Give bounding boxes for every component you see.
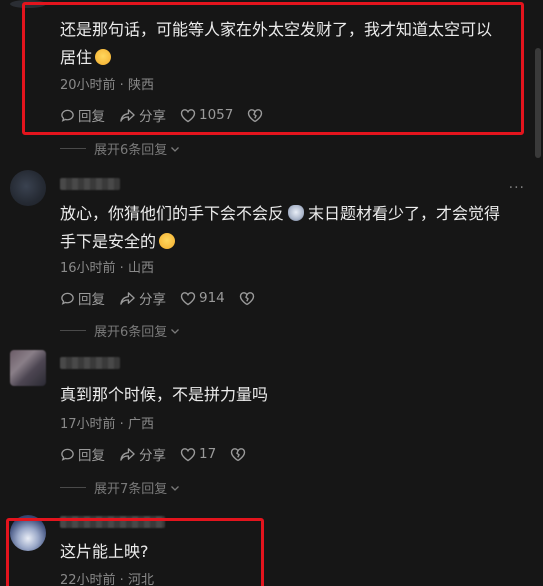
share-icon [120,291,135,305]
expand-replies[interactable]: 展开6条回复 [60,139,181,158]
reply-button[interactable]: 回复 [60,444,105,464]
comment-text: 手下是安全的 [60,228,176,256]
reply-label: 回复 [78,448,105,464]
share-button[interactable]: 分享 [119,444,166,464]
reply-icon [61,292,74,305]
comment-actions: 回复 分享 914 [60,288,272,308]
expand-label: 展开6条回复 [94,143,168,158]
like-button[interactable]: 17 [180,446,216,462]
comment-actions: 回复 分享 17 [60,444,263,464]
comment-line: 手下是安全的 [60,232,157,251]
comment-line: 末日题材看少了，才会觉得 [308,204,501,223]
heart-icon [180,291,196,305]
expand-replies[interactable]: 展开7条回复 [60,478,181,497]
chevron-down-icon [171,328,180,334]
highlight-box [22,2,524,135]
heart-icon [180,447,196,461]
comment-line: 真到那个时候，不是拼力量吗 [60,385,269,404]
divider-line [60,487,86,488]
divider-line [60,148,86,149]
avatar[interactable] [10,350,46,386]
like-count: 17 [199,446,217,462]
username-redacted[interactable] [60,178,120,190]
like-count: 914 [199,290,225,306]
share-label: 分享 [139,292,166,308]
share-label: 分享 [139,448,166,464]
chevron-down-icon [171,485,180,491]
broken-heart-icon [230,447,246,461]
dislike-button[interactable] [230,447,249,462]
reply-label: 回复 [78,292,105,308]
broken-heart-icon [239,291,254,305]
scrollbar[interactable] [535,48,541,158]
like-button[interactable]: 914 [180,290,225,306]
chevron-down-icon [171,146,180,152]
reply-icon [61,448,74,461]
username-redacted[interactable] [60,357,120,369]
highlight-box [6,518,264,586]
comment-text: 放心，你猜他们的手下会不会反 末日题材看少了，才会觉得 [60,200,500,228]
dislike-button[interactable] [239,291,258,306]
comment-meta: 16小时前 · 山西 [60,261,154,276]
expand-replies[interactable]: 展开6条回复 [60,321,181,340]
share-icon [120,447,135,461]
expand-label: 展开7条回复 [94,482,168,497]
share-button[interactable]: 分享 [119,288,166,308]
comment-text: 真到那个时候，不是拼力量吗 [60,381,268,409]
cat-emoji-icon [288,205,305,221]
avatar[interactable] [10,170,46,206]
comment-feed: 还是那句话，可能等人家在外太空发财了，我才知道太空可以 居住 20小时前 · 陕… [0,0,543,586]
expand-label: 展开6条回复 [94,325,168,340]
comment-line: 放心，你猜他们的手下会不会反 [60,204,285,223]
divider-line [60,330,86,331]
comment-meta: 17小时前 · 广西 [60,417,154,432]
reply-button[interactable]: 回复 [60,288,105,308]
laugh-cry-emoji-icon [159,233,176,249]
more-options-icon[interactable]: ··· [509,180,525,196]
